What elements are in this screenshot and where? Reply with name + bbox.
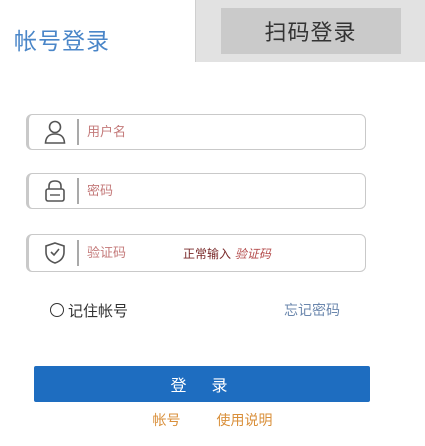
forgot-password-link[interactable]: 忘记密码 (284, 300, 340, 320)
captcha-text: 正常输入 (183, 246, 235, 261)
lock-icon (41, 177, 69, 205)
field-separator (77, 178, 79, 204)
captcha-field[interactable]: 正常输入 验证码 (26, 234, 366, 272)
user-icon (41, 118, 69, 146)
tab-qr-login-panel[interactable]: 扫码登录 (195, 0, 425, 62)
login-tabs: 帐号登录 扫码登录 (0, 0, 425, 62)
captcha-highlight: 验证码 (234, 246, 271, 261)
field-separator (77, 119, 79, 145)
bottom-links: 帐号 使用说明 (0, 410, 425, 430)
tab-account-login[interactable]: 帐号登录 (14, 22, 110, 56)
remember-label: 记住帐号 (68, 301, 129, 320)
password-input[interactable] (87, 183, 227, 199)
captcha-image[interactable]: 正常输入 验证码 (183, 245, 271, 262)
options-row: 记住帐号 忘记密码 (50, 300, 340, 320)
captcha-input[interactable] (87, 245, 157, 261)
shield-icon (41, 239, 69, 267)
tab-qr-login[interactable]: 扫码登录 (220, 8, 401, 54)
login-button[interactable]: 登 录 (34, 366, 370, 402)
field-separator (77, 240, 79, 266)
username-input[interactable] (87, 124, 227, 140)
username-field[interactable] (26, 114, 366, 150)
remember-checkbox[interactable]: 记住帐号 (50, 300, 128, 321)
help-link[interactable]: 使用说明 (217, 410, 273, 430)
checkbox-circle-icon[interactable] (50, 303, 64, 317)
password-field[interactable] (26, 173, 366, 209)
register-link[interactable]: 帐号 (153, 410, 181, 430)
